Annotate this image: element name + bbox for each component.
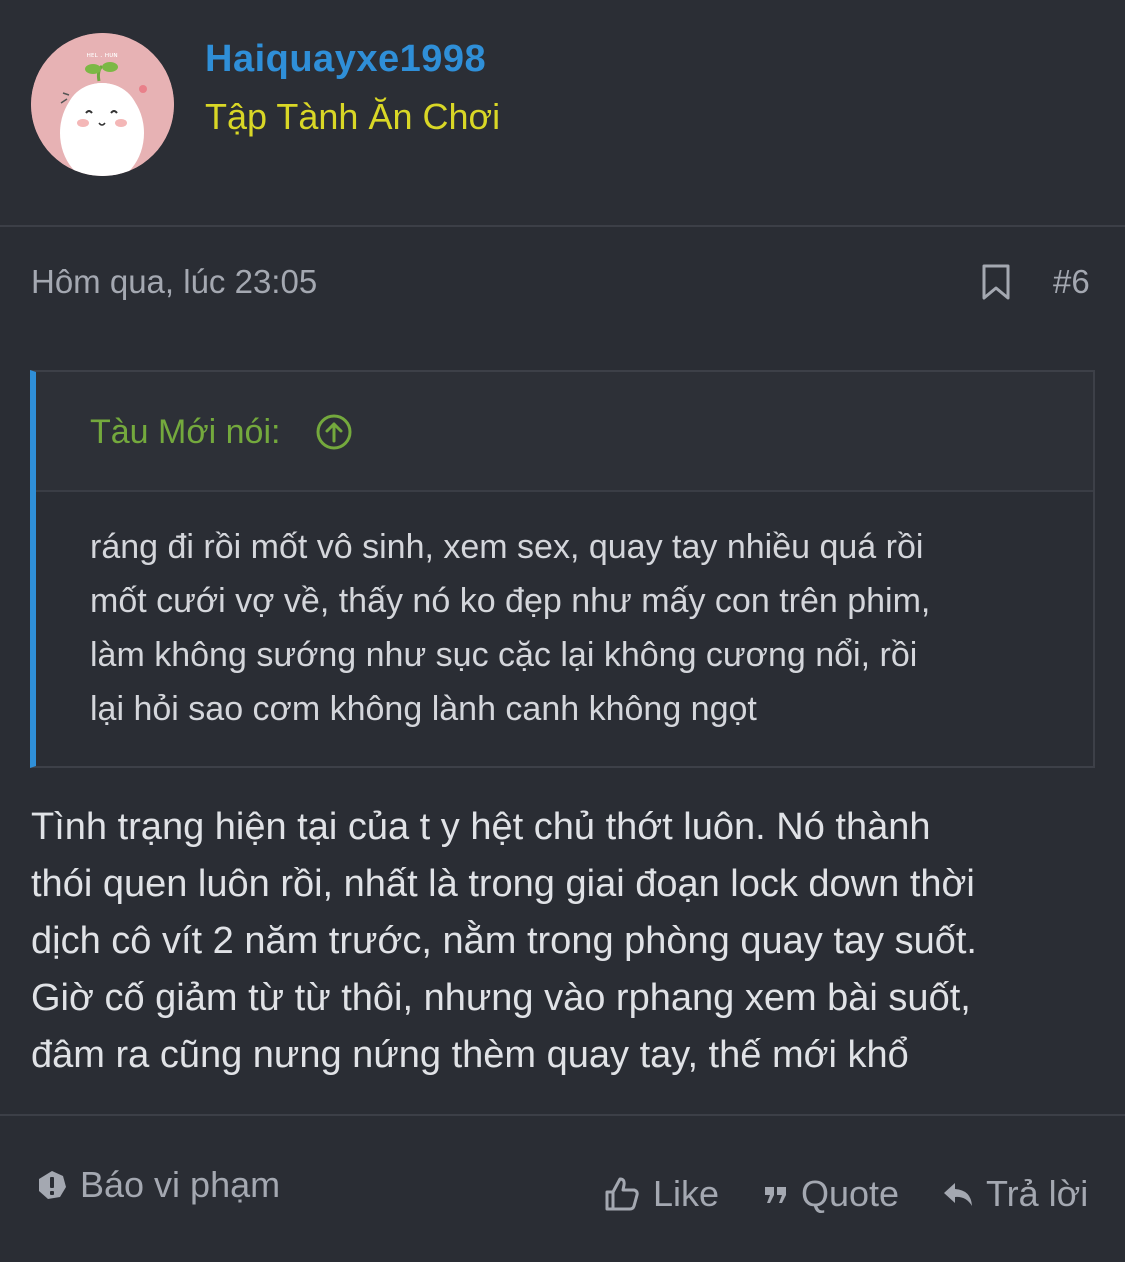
post-number-link[interactable]: #6	[1053, 263, 1090, 301]
post-date[interactable]: Hôm qua, lúc 23:05	[31, 263, 317, 301]
quote-button[interactable]: Quote	[763, 1172, 899, 1216]
arrow-up-circle-icon[interactable]	[315, 413, 353, 451]
like-label: Like	[653, 1173, 720, 1214]
post-meta: Hôm qua, lúc 23:05 #6	[0, 229, 1125, 339]
quote-line: làm không sướng như sục cặc lại không cư…	[90, 636, 918, 674]
quote-content: ráng đi rồi mốt vô sinh, xem sex, quay t…	[90, 520, 1080, 736]
post-container: ʜᴇʟ . ʜᴜɴ Haiquayxe1998 Tập Tành Ăn Chơi…	[0, 0, 1125, 1262]
username-link[interactable]: Haiquayxe1998	[205, 38, 486, 81]
post-body-line: đâm ra cũng nưng nứng thèm quay tay, thế…	[31, 1034, 909, 1076]
bookmark-icon[interactable]	[981, 263, 1011, 301]
quote-line: lại hỏi sao cơm không lành canh không ng…	[90, 690, 757, 728]
post-body-line: dịch cô vít 2 năm trước, nằm trong phòng…	[31, 920, 977, 962]
reply-button[interactable]: Trả lời	[942, 1172, 1088, 1216]
quote-line: ráng đi rồi mốt vô sinh, xem sex, quay t…	[90, 528, 924, 566]
quote-icon	[765, 1187, 786, 1203]
quote-author-link[interactable]: Tàu Mới nói:	[90, 413, 280, 452]
svg-text:ʜᴇʟ . ʜᴜɴ: ʜᴇʟ . ʜᴜɴ	[86, 51, 117, 59]
like-button[interactable]: Like	[603, 1172, 719, 1216]
quote-block: Tàu Mới nói: ráng đi rồi mốt vô sinh, xe…	[30, 370, 1095, 768]
author-header: ʜᴇʟ . ʜᴜɴ Haiquayxe1998 Tập Tành Ăn Chơi	[0, 0, 1125, 227]
alert-icon	[39, 1171, 66, 1199]
report-label: Báo vi phạm	[80, 1164, 281, 1205]
reply-icon	[944, 1183, 972, 1206]
thumbs-up-icon	[605, 1177, 639, 1211]
user-title: Tập Tành Ăn Chơi	[205, 96, 501, 137]
reply-label: Trả lời	[986, 1173, 1089, 1214]
avatar-image: ʜᴇʟ . ʜᴜɴ	[31, 33, 174, 176]
post-body-line: Giờ cố giảm từ từ thôi, nhưng vào rphang…	[31, 977, 971, 1019]
footer-divider	[0, 1114, 1125, 1116]
quote-label: Quote	[801, 1173, 900, 1214]
report-button[interactable]: Báo vi phạm	[36, 1163, 280, 1207]
quote-line: mốt cưới vợ về, thấy nó ko đẹp như mấy c…	[90, 582, 931, 620]
quote-header: Tàu Mới nói:	[36, 372, 1093, 492]
post-body-line: thói quen luôn rồi, nhất là trong giai đ…	[31, 863, 975, 905]
post-body-line: Tình trạng hiện tại của t y hệt chủ thớt…	[31, 806, 931, 848]
avatar[interactable]: ʜᴇʟ . ʜᴜɴ	[31, 33, 174, 176]
post-body: Tình trạng hiện tại của t y hệt chủ thớt…	[31, 799, 1101, 1084]
